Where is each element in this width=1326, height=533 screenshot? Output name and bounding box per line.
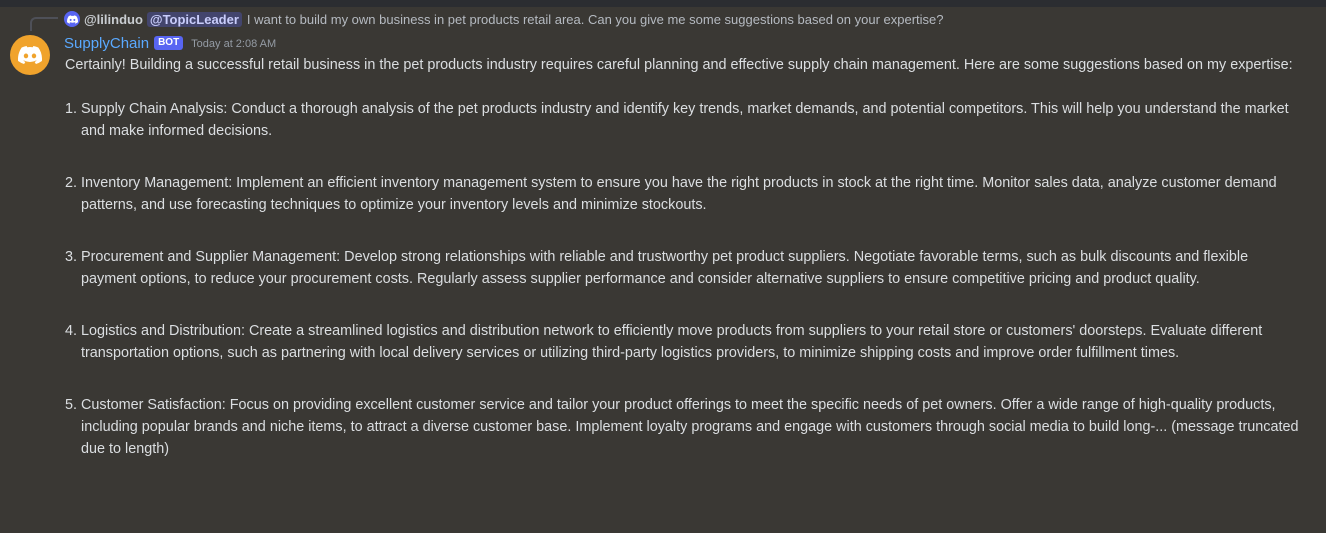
message-content: Certainly! Building a successful retail … bbox=[65, 54, 1305, 460]
list-item: 1. Supply Chain Analysis: Conduct a thor… bbox=[65, 98, 1305, 142]
list-item: 4. Logistics and Distribution: Create a … bbox=[65, 320, 1305, 364]
list-item-text: Supply Chain Analysis: Conduct a thoroug… bbox=[81, 101, 1289, 139]
avatar[interactable] bbox=[10, 35, 50, 75]
list-item: 3. Procurement and Supplier Management: … bbox=[65, 246, 1305, 290]
list-item-text: Procurement and Supplier Management: Dev… bbox=[81, 249, 1249, 287]
reply-reference[interactable]: @lilinduo @TopicLeader I want to build m… bbox=[64, 9, 944, 29]
discord-logo-icon bbox=[18, 46, 42, 64]
username[interactable]: SupplyChain bbox=[64, 35, 149, 52]
discord-logo-icon bbox=[66, 14, 78, 24]
bot-badge: BOT bbox=[154, 36, 184, 50]
suggestion-list: 1. Supply Chain Analysis: Conduct a thor… bbox=[65, 98, 1305, 460]
message-intro: Certainly! Building a successful retail … bbox=[65, 57, 1293, 73]
top-bar bbox=[0, 0, 1326, 7]
list-item: 2. Inventory Management: Implement an ef… bbox=[65, 172, 1305, 216]
reply-connector bbox=[30, 17, 58, 31]
timestamp[interactable]: Today at 2:08 AM bbox=[191, 38, 276, 50]
reply-username[interactable]: @lilinduo bbox=[84, 12, 143, 27]
list-item-number: 2. bbox=[65, 175, 78, 191]
list-item-text: Customer Satisfaction: Focus on providin… bbox=[81, 397, 1299, 457]
list-item: 5. Customer Satisfaction: Focus on provi… bbox=[65, 394, 1305, 460]
message-header: SupplyChain BOT Today at 2:08 AM bbox=[64, 33, 276, 53]
list-item-number: 3. bbox=[65, 249, 78, 265]
list-item-number: 1. bbox=[65, 101, 78, 117]
list-item-text: Inventory Management: Implement an effic… bbox=[81, 175, 1277, 213]
list-item-number: 4. bbox=[65, 323, 78, 339]
reply-preview-text[interactable]: I want to build my own business in pet p… bbox=[247, 12, 944, 27]
reply-avatar[interactable] bbox=[64, 11, 80, 27]
list-item-number: 5. bbox=[65, 397, 78, 413]
list-item-text: Logistics and Distribution: Create a str… bbox=[81, 323, 1263, 361]
reply-mention[interactable]: @TopicLeader bbox=[146, 11, 242, 27]
